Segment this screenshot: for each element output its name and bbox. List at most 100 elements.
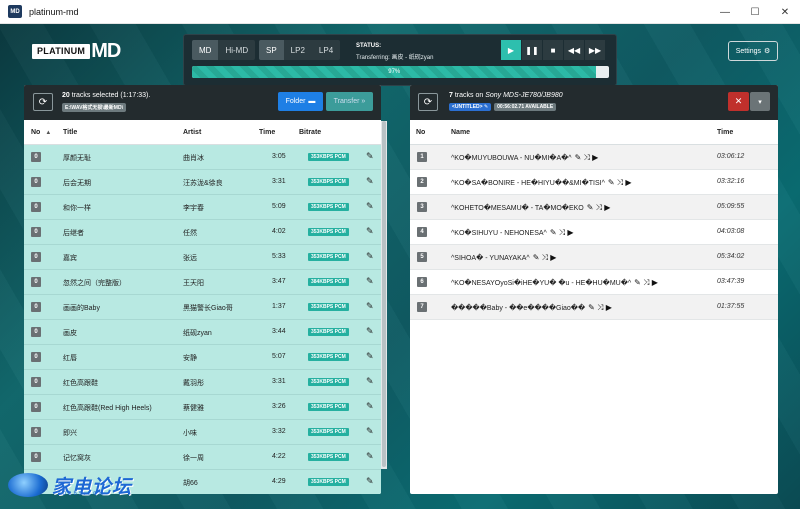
col-no[interactable]: No ▲ (31, 129, 51, 136)
table-row[interactable]: 0 画皮 纸砚zyan 3:44 353KBPS PCM ✎ (24, 320, 381, 345)
table-row[interactable]: 4 ^KO�SIHUYU - NEHONESA^ ✎ ⤨ ▶ 04:03:08 (410, 220, 778, 245)
col-time[interactable]: Time (717, 129, 733, 136)
track-number: 2 (417, 177, 427, 187)
track-number: 0 (31, 327, 41, 337)
mode-hi-md-button[interactable]: Hi-MD (218, 40, 255, 60)
track-action-icons[interactable]: ✎ ⤨ ▶ (550, 228, 574, 237)
refresh-local-button[interactable]: ⟳ (33, 93, 53, 111)
track-time: 03:06:12 (717, 153, 745, 160)
table-row[interactable]: 0 红色高跟鞋(Red High Heels) 蔡健雅 3:26 353KBPS PCM… (24, 395, 381, 420)
col-title[interactable]: Title (63, 129, 77, 136)
track-title: 画画的Baby (63, 305, 100, 312)
logo-platinum-text: PLATINUM (32, 43, 91, 59)
window-title: platinum-md (29, 6, 79, 17)
track-action-icons[interactable]: ✎ ⤨ ▶ (608, 178, 632, 187)
edit-icon[interactable]: ✎ (366, 176, 374, 187)
col-name[interactable]: Name (451, 129, 470, 136)
track-number: 7 (417, 302, 427, 312)
table-row[interactable]: 3 ^KOHETO�MESAMU� - TA�MO�EKO ✎ ⤨ ▶ 05:09:5… (410, 195, 778, 220)
track-number: 0 (31, 227, 41, 237)
table-row[interactable]: 0 后会无期 汪苏泷&徐良 3:31 353KBPS PCM ✎ (24, 170, 381, 195)
platinum-md-logo: PLATINUM MD (32, 40, 121, 62)
watermark-logo-icon (8, 473, 48, 497)
device-panel-header: ⟳ 7 tracks on Sony MDS-JE780/JB980 <UNTI… (410, 85, 778, 120)
close-button[interactable]: ✕ (770, 0, 800, 24)
track-action-icons[interactable]: ✎ ⤨ ▶ (588, 303, 612, 312)
mode-md-button[interactable]: MD (192, 40, 219, 60)
edit-icon[interactable]: ✎ (366, 426, 374, 437)
bitrate-badge: 353KBPS PCM (308, 228, 349, 236)
track-number: 0 (31, 377, 41, 387)
scroll-thumb[interactable] (382, 121, 386, 467)
more-options-button[interactable]: ▾ (750, 92, 770, 111)
table-row[interactable]: 5 ^SIHOA� - YUNAYAKA^ ✎ ⤨ ▶ 05:34:02 (410, 245, 778, 270)
settings-label: Settings (735, 47, 761, 55)
edit-icon[interactable]: ✎ (366, 401, 374, 412)
mode-sp-button[interactable]: SP (259, 40, 284, 60)
edit-icon[interactable]: ✎ (366, 301, 374, 312)
transfer-button[interactable]: Transfer » (326, 92, 373, 111)
track-action-icons[interactable]: ✎ ⤨ ▶ (634, 278, 658, 287)
track-title: 即兴 (63, 430, 77, 437)
next-track-button[interactable]: ▶▶ (585, 40, 605, 60)
track-action-icons[interactable]: ✎ ⤨ ▶ (575, 153, 599, 162)
table-row[interactable]: 1 ^KO�MUYUBOUWA - NU�MI�A�^ ✎ ⤨ ▶ 03:06:12 (410, 145, 778, 170)
edit-icon[interactable]: ✎ (366, 226, 374, 237)
previous-track-button[interactable]: ◀◀ (564, 40, 584, 60)
col-time[interactable]: Time (259, 129, 275, 136)
table-row[interactable]: 0 画画的Baby 黑猫警长Giao哥 1:37 353KBPS PCM ✎ (24, 295, 381, 320)
track-artist: 汪苏泷&徐良 (183, 180, 223, 187)
folder-button[interactable]: Folder ▬ (278, 92, 323, 111)
table-row[interactable]: 0 即兴 小味 3:32 353KBPS PCM ✎ (24, 420, 381, 445)
table-row[interactable]: 0 红色高跟鞋 戴羽彤 3:31 353KBPS PCM ✎ (24, 370, 381, 395)
track-name-text: ^KO�SIHUYU - NEHONESA^ (451, 230, 547, 237)
table-row[interactable]: 6 ^KO�NESAYOyoSi�iHE�YU� �u - HE�HU�MU�^ ✎… (410, 270, 778, 295)
track-number: 3 (417, 202, 427, 212)
pause-button[interactable]: ❚❚ (522, 40, 542, 60)
track-number: 1 (417, 152, 427, 162)
device-track-list: 1 ^KO�MUYUBOUWA - NU�MI�A�^ ✎ ⤨ ▶ 03:06:12 2… (410, 145, 778, 494)
col-bitrate[interactable]: Bitrate (299, 129, 321, 136)
table-row[interactable]: 2 ^KO�SA�BONIRE - HE�HIYU��&MI�TISI^ ✎ ⤨ ▶… (410, 170, 778, 195)
table-row[interactable]: 0 后继者 任然 4:02 353KBPS PCM ✎ (24, 220, 381, 245)
play-button[interactable]: ▶ (501, 40, 521, 60)
table-row[interactable]: 0 红唇 安静 5:07 353KBPS PCM ✎ (24, 345, 381, 370)
track-action-icons[interactable]: ✎ ⤨ ▶ (587, 203, 611, 212)
edit-icon[interactable]: ✎ (366, 201, 374, 212)
edit-icon[interactable]: ✎ (366, 376, 374, 387)
track-name: ^SIHOA� - YUNAYAKA^ ✎ ⤨ ▶ (451, 253, 556, 263)
col-no[interactable]: No (416, 129, 425, 136)
delete-track-button[interactable]: ✕ (728, 92, 749, 111)
col-artist[interactable]: Artist (183, 129, 201, 136)
edit-icon[interactable]: ✎ (366, 151, 374, 162)
mode-lp2-button[interactable]: LP2 (284, 40, 312, 60)
track-title: 画皮 (63, 330, 77, 337)
edit-icon[interactable]: ✎ (366, 451, 374, 462)
settings-button[interactable]: Settings ⚙ (728, 41, 778, 61)
edit-icon[interactable]: ✎ (366, 351, 374, 362)
table-row[interactable]: 0 记忆窝灰 徐一周 4:22 353KBPS PCM ✎ (24, 445, 381, 470)
progress-text: 97% (388, 69, 401, 75)
edit-icon[interactable]: ✎ (366, 276, 374, 287)
edit-icon[interactable]: ✎ (366, 476, 374, 487)
track-action-icons[interactable]: ✎ ⤨ ▶ (533, 253, 557, 262)
table-row[interactable]: 0 嘉宾 张远 5:33 353KBPS PCM ✎ (24, 245, 381, 270)
track-number: 5 (417, 252, 427, 262)
table-row[interactable]: 0 和你一样 李宇春 5:09 353KBPS PCM ✎ (24, 195, 381, 220)
table-row[interactable]: 7 �����Baby - ��e����Giao�� ✎ ⤨ ▶ 01:37:55 (410, 295, 778, 320)
stop-button[interactable]: ■ (543, 40, 563, 60)
table-row[interactable]: 0 忽然之间（完整版） 王天阳 3:47 384KBPS PCM ✎ (24, 270, 381, 295)
edit-icon[interactable]: ✎ (366, 251, 374, 262)
local-list-scrollbar[interactable] (381, 121, 387, 469)
minimize-button[interactable]: — (710, 0, 740, 24)
mode-lp4-button[interactable]: LP4 (312, 40, 340, 60)
edit-icon[interactable]: ✎ (366, 326, 374, 337)
disc-title-badge[interactable]: <UNTITLED> ✎ (449, 103, 492, 111)
refresh-device-button[interactable]: ⟳ (418, 93, 438, 111)
table-row[interactable]: 0 厚颜无耻 曲肖冰 3:05 353KBPS PCM ✎ (24, 145, 381, 170)
track-name: ^KO�SA�BONIRE - HE�HIYU��&MI�TISI^ ✎ ⤨ ▶ (451, 178, 632, 188)
track-artist: 胡66 (183, 480, 198, 487)
maximize-button[interactable]: ☐ (740, 0, 770, 24)
window-titlebar: MD platinum-md — ☐ ✕ (0, 0, 800, 24)
track-name: ^KO�MUYUBOUWA - NU�MI�A�^ ✎ ⤨ ▶ (451, 153, 598, 163)
